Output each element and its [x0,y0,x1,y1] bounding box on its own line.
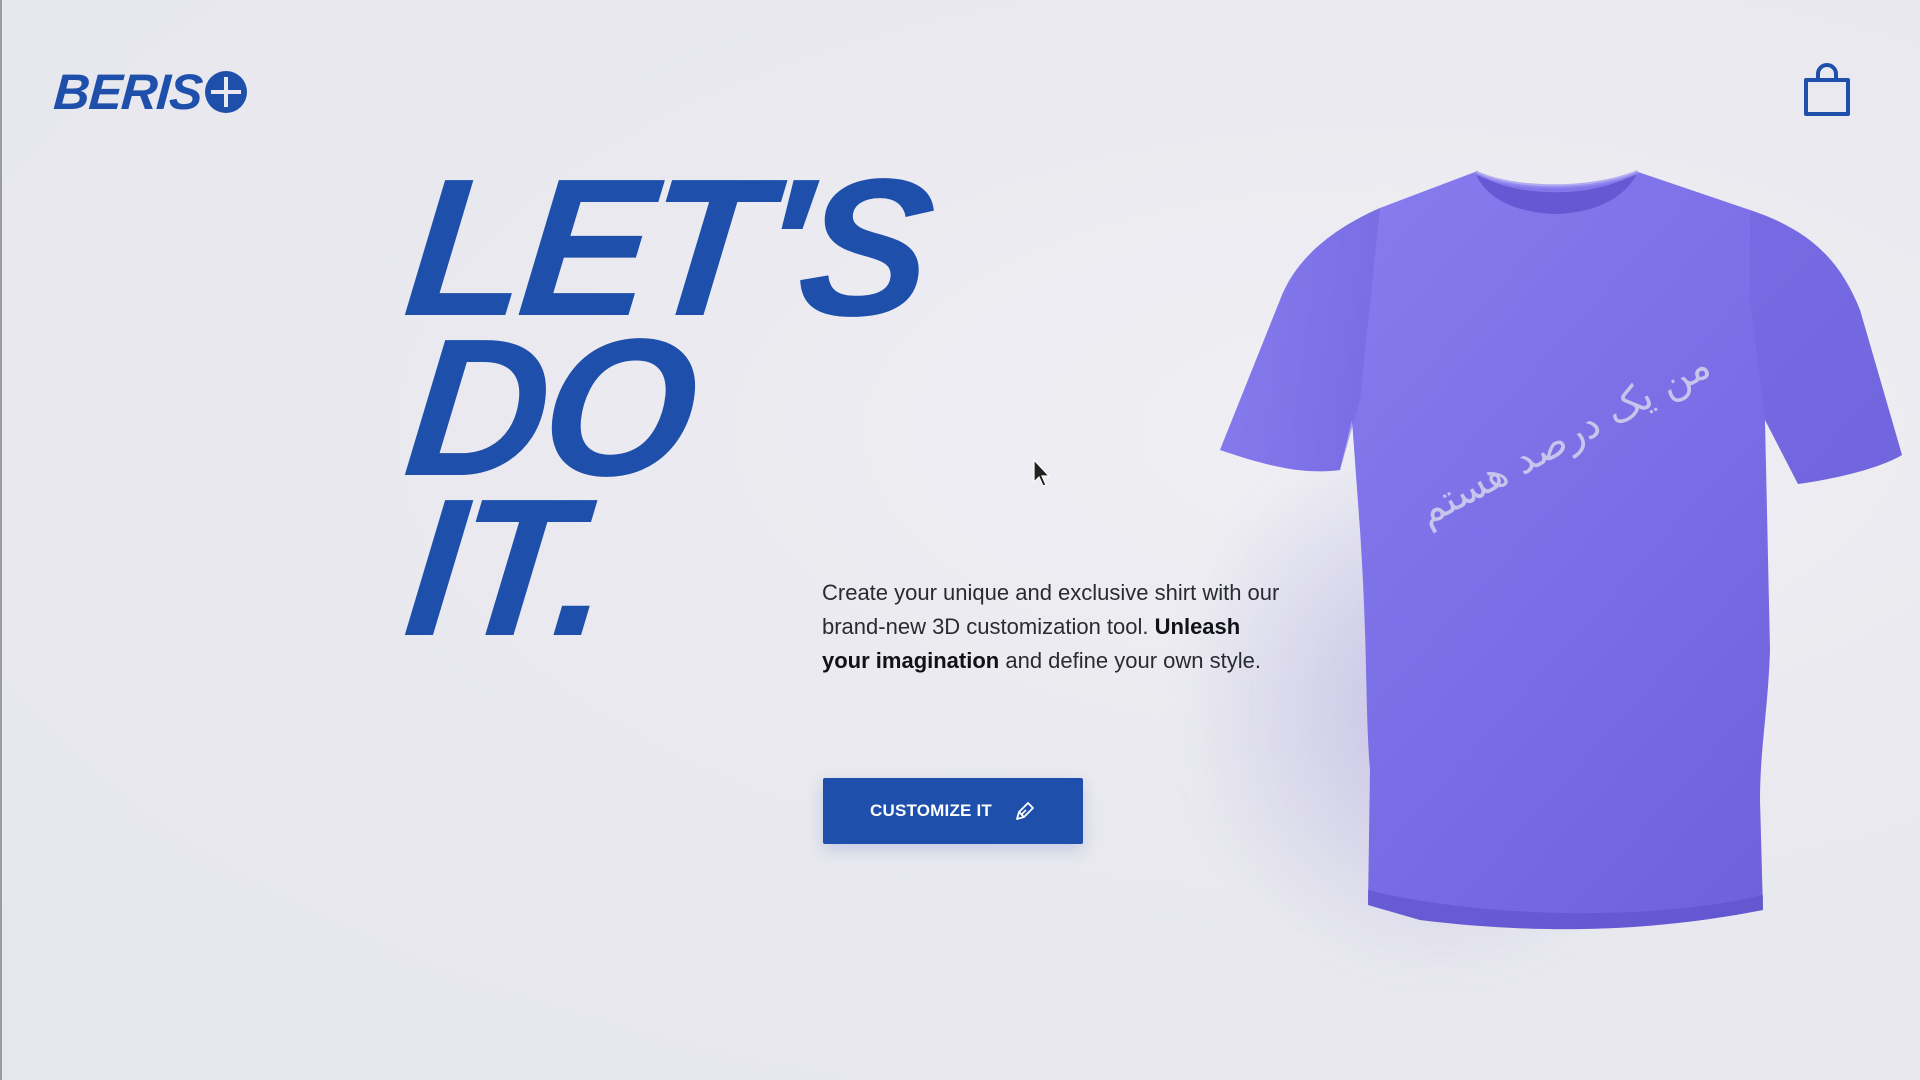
brand-logo-text: BERIS [52,64,204,120]
window-edge [0,0,2,1080]
brand-logo[interactable]: BERIS [52,64,247,120]
customize-it-label: CUSTOMIZE IT [869,801,993,820]
mouse-cursor-icon [1033,458,1051,487]
customize-it-button[interactable]: CUSTOMIZE IT [823,778,1083,844]
brand-logo-mark [204,71,247,113]
landing-page: BERIS LET'S DO IT. Create your unique an… [0,0,1920,1080]
brush-icon [1016,802,1034,820]
shopping-bag-icon[interactable] [1802,62,1852,118]
tshirt-3d-preview[interactable]: من یک درصد هستم [1190,150,1920,970]
